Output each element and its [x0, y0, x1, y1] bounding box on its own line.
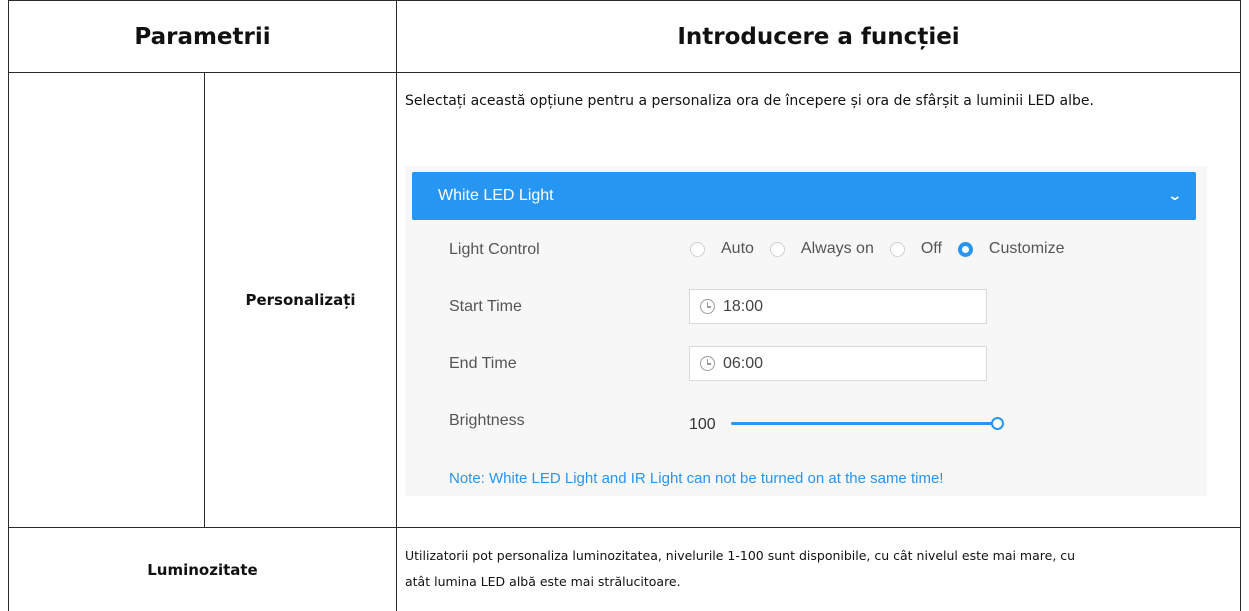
end-time-label: End Time — [449, 355, 517, 372]
radio-off-label: Off — [920, 240, 942, 257]
description-personalizati: Selectați această opțiune pentru a perso… — [405, 93, 1094, 109]
radio-auto-label: Auto — [721, 240, 754, 257]
start-time-input[interactable]: 18:00 — [689, 289, 987, 324]
radio-off[interactable] — [889, 241, 905, 257]
radio-auto[interactable] — [690, 241, 705, 257]
radio-customize[interactable] — [957, 241, 973, 257]
end-time-input[interactable]: 06:00 — [689, 346, 987, 381]
radio-option-always-on[interactable]: Always on — [769, 240, 874, 258]
param-luminozitate: Luminozitate — [147, 560, 258, 579]
param-personalizati: Personalizați — [245, 291, 356, 309]
description-luminozitate-line1: Utilizatorii pot personaliza luminozitat… — [405, 548, 1076, 563]
table-border-left — [8, 0, 9, 611]
radio-always-on[interactable] — [769, 241, 785, 257]
table-border-right — [1240, 0, 1241, 611]
clock-icon — [700, 299, 715, 314]
document-page: Parametrii Introducere a funcției Person… — [0, 0, 1249, 611]
panel-header[interactable]: White LED Light ⌄ — [412, 172, 1196, 220]
radio-customize-label: Customize — [988, 240, 1065, 257]
header-divider — [8, 72, 1240, 73]
radio-option-auto[interactable]: Auto — [690, 240, 754, 258]
panel-title: White LED Light — [438, 187, 554, 204]
white-led-light-panel: White LED Light ⌄ Light Control Auto Alw… — [405, 166, 1207, 496]
brightness-slider[interactable] — [731, 417, 1004, 430]
brightness-label: Brightness — [449, 412, 525, 429]
end-time-value: 06:00 — [723, 354, 764, 372]
column-divider — [396, 0, 397, 611]
radio-always-on-label: Always on — [800, 240, 874, 257]
clock-icon — [700, 356, 715, 371]
light-control-label: Light Control — [449, 241, 540, 258]
radio-option-off[interactable]: Off — [889, 240, 942, 258]
chevron-down-icon[interactable]: ⌄ — [1168, 188, 1183, 204]
description-luminozitate-line2: atât lumina LED albă este mai strălucito… — [405, 574, 681, 589]
brightness-value: 100 — [689, 416, 716, 433]
header-parametrii: Parametrii — [134, 23, 271, 50]
start-time-label: Start Time — [449, 298, 522, 315]
header-introducere: Introducere a funcției — [677, 23, 960, 50]
light-control-radio-group: Auto Always on Off Customize — [690, 240, 1080, 258]
start-time-value: 18:00 — [723, 297, 764, 315]
brightness-slider-handle[interactable] — [991, 417, 1004, 430]
note-text: Note: White LED Light and IR Light can n… — [449, 470, 944, 487]
radio-option-customize[interactable]: Customize — [957, 240, 1065, 258]
